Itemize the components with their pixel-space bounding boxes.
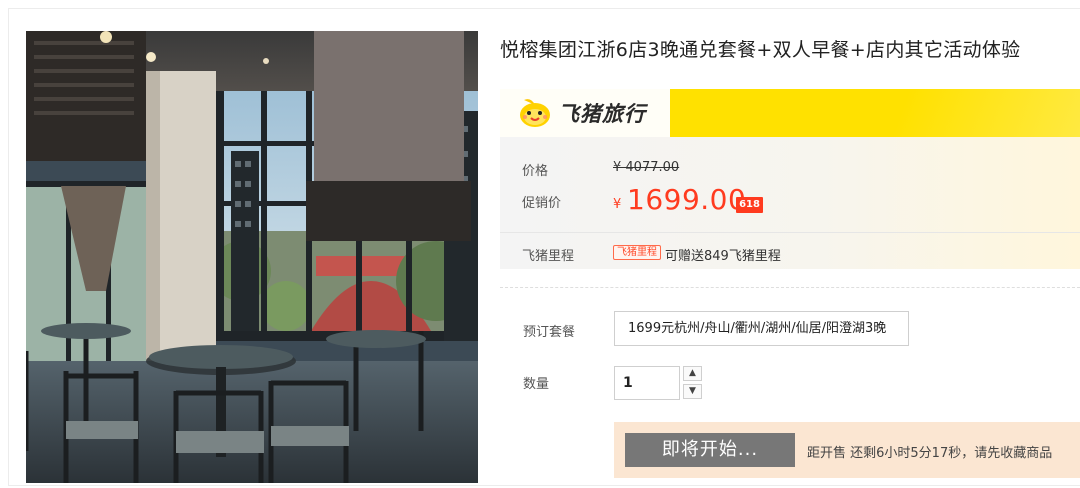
coming-soon-button[interactable]: 即将开始...	[625, 433, 795, 467]
sale-bar: 即将开始... 距开售 还剩6小时5分17秒，请先收藏商品	[614, 422, 1080, 478]
miles-text: 可赠送849飞猪里程	[665, 249, 781, 264]
brand-banner: 飞猪旅行	[500, 89, 1080, 137]
price-divider	[500, 232, 1080, 233]
quantity-label: 数量	[523, 377, 550, 392]
miles-label: 飞猪里程	[522, 249, 575, 264]
quantity-increment-button[interactable]: ▲	[683, 366, 702, 381]
brand-name: 飞猪旅行	[558, 102, 646, 126]
price-panel: 价格 ¥ 4077.00 促销价 ¥ 1699.00 618 飞猪里程 飞猪里程…	[500, 137, 1080, 269]
brand-logo[interactable]: 飞猪旅行	[518, 97, 646, 129]
price-label: 价格	[522, 164, 549, 179]
promo-price-label: 促销价	[522, 196, 562, 211]
package-option[interactable]: 1699元杭州/舟山/衢州/湖州/仙居/阳澄湖3晚	[614, 311, 909, 346]
product-image[interactable]	[26, 31, 478, 483]
miles-tag: 飞猪里程	[613, 245, 661, 260]
original-price: ¥ 4077.00	[613, 160, 680, 175]
chevron-up-icon: ▲	[689, 368, 696, 378]
package-label: 预订套餐	[523, 325, 576, 340]
section-divider	[500, 287, 1080, 288]
brand-banner-stripe	[650, 89, 1080, 137]
fliggy-logo-icon	[520, 99, 550, 127]
promo-badge: 618	[736, 197, 763, 213]
restaurant-photo	[26, 31, 478, 483]
chevron-down-icon: ▼	[689, 386, 696, 396]
quantity-input[interactable]: 1	[614, 366, 680, 400]
promo-currency: ¥	[613, 197, 622, 212]
sale-countdown: 距开售 还剩6小时5分17秒，请先收藏商品	[807, 446, 1053, 461]
promo-price: 1699.00	[627, 183, 747, 216]
product-title: 悦榕集团江浙6店3晚通兑套餐+双人早餐+店内其它活动体验	[500, 39, 1021, 61]
quantity-decrement-button[interactable]: ▼	[683, 384, 702, 399]
